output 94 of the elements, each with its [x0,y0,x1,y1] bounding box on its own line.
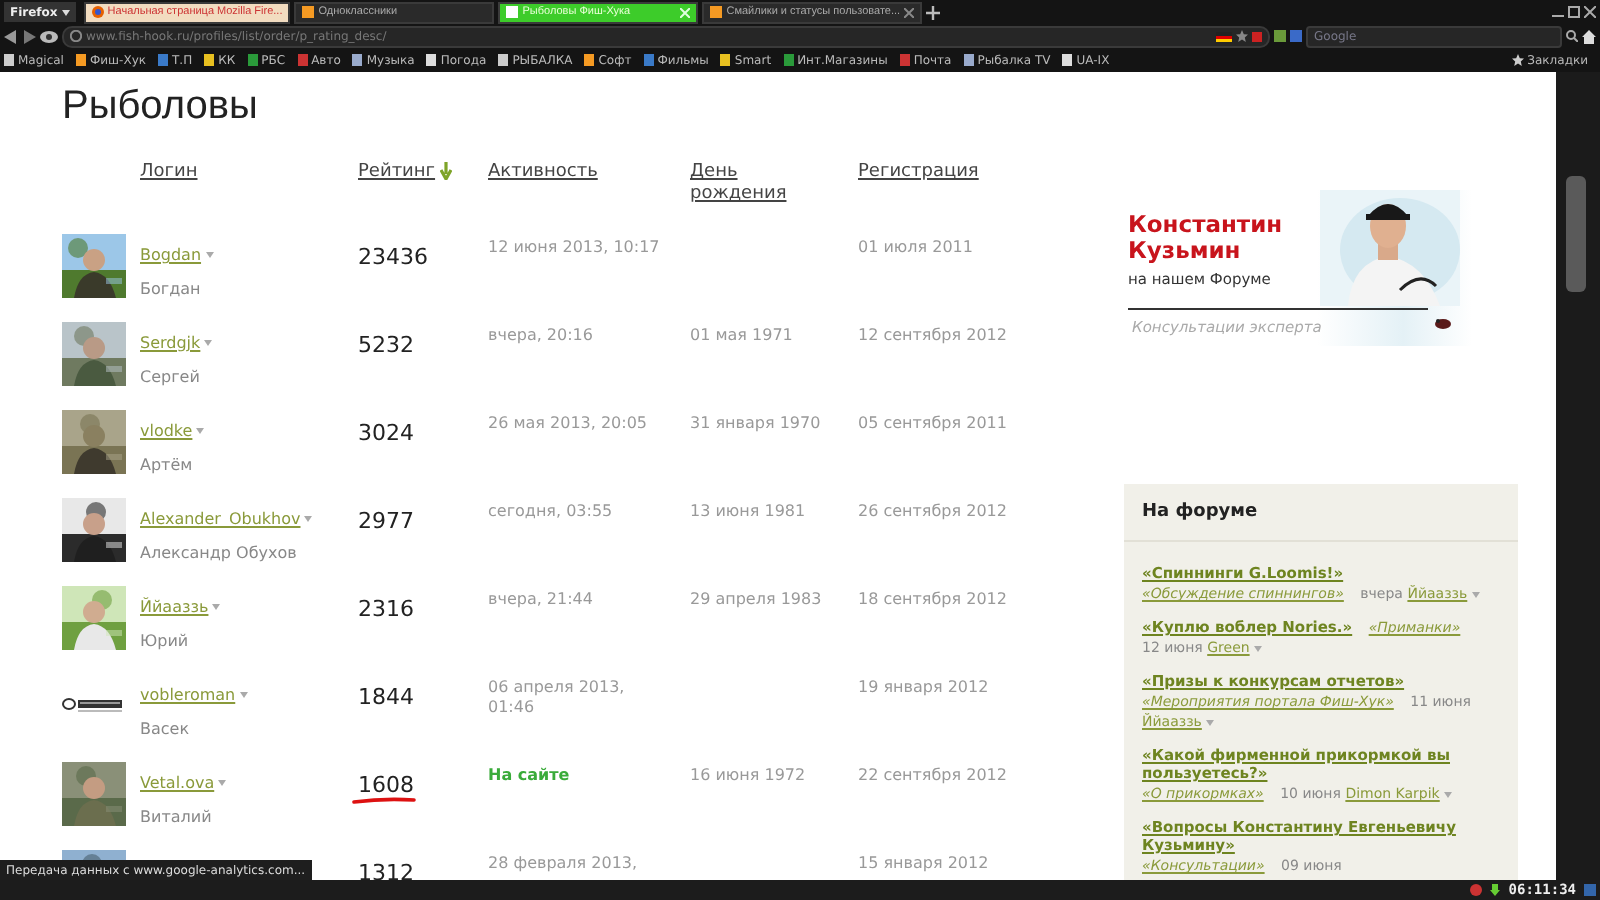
page-icon [710,6,723,18]
page-icon [783,54,794,66]
underline-mark [352,796,416,806]
birthday-date: 16 июня 1972 [690,766,806,784]
rating-value: 1608 [358,770,416,806]
user-name: Сергей [140,368,200,386]
column-header[interactable]: Активность [488,162,598,184]
page-icon [899,54,910,66]
caret-icon[interactable] [218,780,227,786]
page-icon [963,54,974,66]
caret-icon[interactable] [212,604,221,610]
registration-date: 01 июля 2011 [858,238,973,256]
eye-icon[interactable] [40,29,58,43]
forward-icon[interactable] [22,29,36,43]
home-icon[interactable] [1582,29,1596,43]
stop-icon[interactable] [1252,31,1262,41]
sort-down-icon [439,162,452,180]
registration-date: 05 сентября 2011 [858,414,1007,432]
activity-time: 12 июня 2013, 10:17 [488,238,660,256]
activity-time: 06 апреля 2013, 01:46 [488,678,625,716]
page-title: Рыболовы [62,84,258,132]
online-status: На сайте [488,766,570,784]
page-icon [498,54,509,66]
page-icon [204,54,215,66]
activity-time: 26 мая 2013, 20:05 [488,414,648,432]
user-name: Васек [140,720,190,738]
page-icon [297,54,308,66]
page-icon [75,54,86,66]
caret-icon[interactable] [1443,791,1452,798]
rating-value: 1312 [358,858,414,880]
rating-value: 3024 [358,418,414,446]
caret-icon [61,9,70,15]
page-icon [4,54,14,66]
user-name: Александр Обухов [140,544,297,562]
birthday-date: 01 мая 1971 [690,326,793,344]
rating-value: 23436 [358,242,428,270]
activity-time: вчера, 21:44 [488,590,593,608]
star-icon[interactable] [1236,30,1248,42]
caret-icon[interactable] [304,516,313,522]
caret-icon[interactable] [1205,719,1214,726]
activity-time: вчера, 20:16 [488,326,593,344]
rating-value: 2977 [358,506,414,534]
close-icon[interactable] [904,7,915,17]
registration-date: 22 сентября 2012 [858,766,1007,784]
registration-date: 26 сентября 2012 [858,502,1007,520]
maximize-icon[interactable] [1568,6,1580,18]
close-icon[interactable] [1584,6,1596,18]
page-icon [302,6,315,18]
column-header[interactable]: Регистрация [858,162,979,184]
stop-icon[interactable] [1470,884,1483,896]
page-icon [584,54,595,66]
rating-value: 5232 [358,330,414,358]
panel-title: На форуме [1142,502,1258,522]
page-icon [158,54,168,66]
registration-date: 12 сентября 2012 [858,326,1007,344]
rating-value: 1844 [358,682,414,710]
registration-date: 18 сентября 2012 [858,590,1007,608]
user-name: Юрий [140,632,189,650]
rating-value: 2316 [358,594,414,622]
plus-icon[interactable] [926,5,941,19]
star-icon [1511,54,1524,66]
user-name: Богдан [140,280,201,298]
logo-icon [62,698,124,712]
caret-icon[interactable] [1471,591,1480,598]
column-header[interactable]: День рождения [690,162,830,206]
column-header[interactable]: Логин [140,162,198,184]
activity-time: 28 февраля 2013, [488,854,638,872]
birthday-date: 31 января 1970 [690,414,821,432]
caret-icon[interactable] [1253,645,1262,652]
user-name: Артём [140,456,193,474]
column-header[interactable]: Рейтинг [358,162,452,184]
activity-time: сегодня, 03:55 [488,502,613,520]
page-icon [247,54,258,66]
caret-icon[interactable] [204,340,213,346]
user-name: Виталий [140,808,212,826]
page-icon [506,6,519,18]
birthday-date: 13 июня 1981 [690,502,806,520]
page-icon [426,54,437,66]
back-icon[interactable] [4,29,18,43]
flag-icon [1216,31,1232,41]
caret-icon[interactable] [205,252,214,258]
page-icon [720,54,731,66]
caret-icon[interactable] [239,692,248,698]
caret-icon[interactable] [196,428,205,434]
registration-date: 19 января 2012 [858,678,989,696]
page-icon [352,54,363,66]
registration-date: 15 января 2012 [858,854,989,872]
page-icon [643,54,654,66]
search-icon[interactable] [1566,30,1578,42]
lure-icon [1434,318,1452,330]
expert-name: Константин Кузьмин [1128,212,1285,264]
page-icon [1062,54,1073,66]
birthday-date: 29 апреля 1983 [690,590,822,608]
scrollbar[interactable] [1556,72,1600,880]
